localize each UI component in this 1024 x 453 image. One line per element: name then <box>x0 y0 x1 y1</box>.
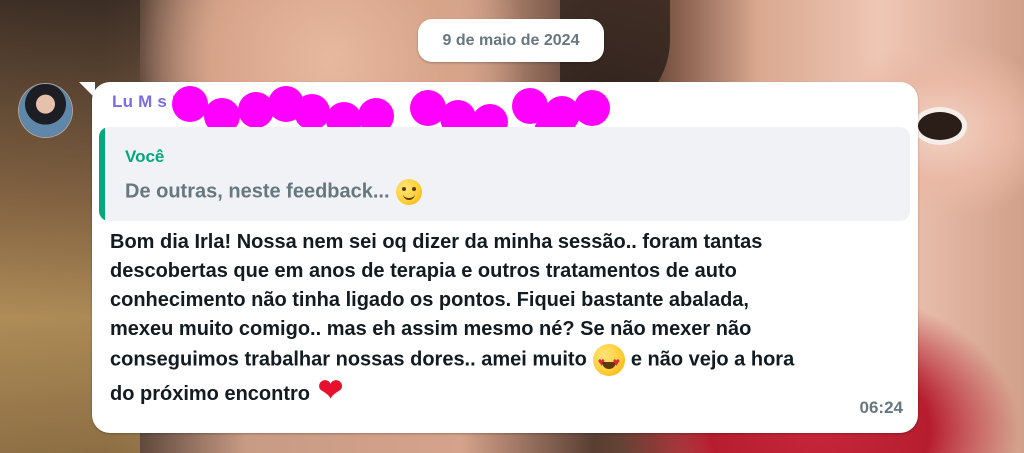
red-heart-icon: ❤ <box>318 374 344 407</box>
message-line: conseguimos trabalhar nossas dores.. ame… <box>110 348 587 371</box>
message-time: 06:24 <box>859 398 903 417</box>
quote-text: De outras, neste feedback... <box>125 180 390 203</box>
quote-text-row: De outras, neste feedback... <box>125 179 422 205</box>
quote-author: Você <box>125 147 165 166</box>
wallpaper-eye <box>918 112 962 140</box>
quote-accent-bar <box>99 127 105 221</box>
message-line-with-emoji: conseguimos trabalhar nossas dores.. ame… <box>110 344 890 377</box>
date-separator: 9 de maio de 2024 <box>418 19 604 62</box>
message-line: do próximo encontro <box>110 383 310 405</box>
message-line: conhecimento não tinha ligado os pontos.… <box>110 289 749 311</box>
message-line: Bom dia Irla! Nossa nem sei oq dizer da … <box>110 231 763 253</box>
message-bubble[interactable]: Lu M s P Você De outras, neste feedback.… <box>92 82 918 433</box>
sender-avatar[interactable] <box>19 84 72 137</box>
message-line-last: do próximo encontro ❤ <box>110 376 890 409</box>
message-line: descobertas que em anos de terapia e out… <box>110 260 737 282</box>
message-line: e não vejo a hora <box>630 348 795 371</box>
quoted-message[interactable]: Você De outras, neste feedback... <box>99 127 910 221</box>
message-body: Bom dia Irla! Nossa nem sei oq dizer da … <box>110 228 890 409</box>
message-line: mexeu muito comigo.. mas eh assim mesmo … <box>110 318 752 340</box>
heart-eyes-icon <box>592 344 625 377</box>
smiling-face-icon <box>395 179 422 205</box>
